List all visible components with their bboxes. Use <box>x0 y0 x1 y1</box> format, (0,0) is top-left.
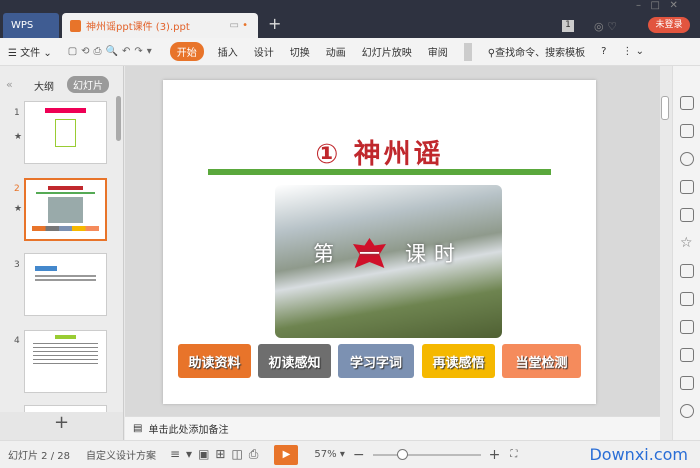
collapse-icon[interactable]: « <box>6 78 13 91</box>
slide-number: 4 <box>14 336 20 346</box>
lesson-subtitle: 第 一 课时 <box>313 238 463 268</box>
tab-outline[interactable]: 大纲 <box>34 78 54 93</box>
history-icon[interactable] <box>680 404 694 418</box>
step-box[interactable]: 学习字词 <box>338 344 414 378</box>
keyboard-icon[interactable] <box>680 264 694 278</box>
settings-icon[interactable] <box>680 180 694 194</box>
image-icon[interactable] <box>680 320 694 334</box>
tab-transition[interactable]: 切换 <box>282 44 318 59</box>
step-box[interactable]: 当堂检测 <box>502 344 581 378</box>
slide-number: 2 <box>14 184 20 194</box>
step-box[interactable]: 助读资料 <box>178 344 251 378</box>
zoom-level[interactable]: 57% ▾ <box>314 449 344 460</box>
skin-icon[interactable]: ◎ ♡ <box>594 20 617 33</box>
document-tab[interactable]: 神州谣ppt课件 (3).ppt ▭ • <box>62 13 258 38</box>
tab-design[interactable]: 设计 <box>246 44 282 59</box>
play-slideshow-button[interactable]: ▶ <box>274 444 299 465</box>
more-icon[interactable]: ⋮ ⌄ <box>614 46 652 57</box>
slide-panel: « 大纲 幻灯片 1 ★ 2 ★ 3 4 + <box>0 66 124 440</box>
watermark: Downxi.com <box>589 445 688 464</box>
ppt-file-icon <box>70 19 81 32</box>
right-sidebar: ☆ <box>672 66 700 440</box>
slide-counter: 幻灯片 2 / 28 <box>8 451 70 462</box>
canvas-scrollbar[interactable] <box>661 96 669 120</box>
slide-thumbnail-2[interactable] <box>24 178 107 241</box>
slide-title: ① 神州谣 <box>315 139 444 170</box>
file-menu[interactable]: ☰ 文件 ⌄ <box>0 44 60 59</box>
tab-start[interactable]: 开始 <box>169 42 204 61</box>
tab-slides[interactable]: 幻灯片 <box>67 76 109 93</box>
search-command[interactable]: ⚲查找命令、搜索模板 <box>480 44 593 59</box>
document-tab-title: 神州谣ppt课件 (3).ppt <box>86 22 190 33</box>
shape-icon[interactable] <box>680 96 694 110</box>
wps-label: WPS <box>11 20 34 31</box>
quick-access-icons[interactable]: ▢⟲⎙🔍↶↷▾ <box>60 46 164 57</box>
zoom-slider-handle <box>396 448 408 460</box>
share-icon[interactable] <box>680 292 694 306</box>
new-tab-button[interactable]: + <box>268 14 281 33</box>
view-mode-icons[interactable]: ≡▾▣⊞◫⎙ <box>170 447 264 462</box>
slide-number: 3 <box>14 260 20 270</box>
monitor-icon[interactable]: ▭ • <box>229 20 248 31</box>
more-tabs-button[interactable] <box>463 42 472 61</box>
star-icon[interactable]: ☆ <box>680 236 694 250</box>
title-bar: WPS 神州谣ppt课件 (3).ppt ▭ • + 1 ◎ ♡ 未登录 – □ … <box>0 0 700 38</box>
slide-2[interactable]: ① 神州谣 第 一 课时 助读资料 初读感知 学习字词 再读感悟 当堂检测 <box>163 80 596 404</box>
present-icon[interactable] <box>680 376 694 390</box>
tab-animation[interactable]: 动画 <box>318 44 354 59</box>
notes-icon: ▤ <box>133 423 143 434</box>
window-count-badge[interactable]: 1 <box>562 20 574 32</box>
tab-review[interactable]: 审阅 <box>420 44 456 59</box>
window-controls[interactable]: – □ ✕ <box>636 0 678 11</box>
tab-insert[interactable]: 插入 <box>210 44 246 59</box>
tab-slideshow[interactable]: 幻灯片放映 <box>354 44 420 59</box>
backup-icon[interactable] <box>680 208 694 222</box>
zoom-in-button[interactable]: + <box>489 447 501 463</box>
step-box[interactable]: 再读感悟 <box>422 344 495 378</box>
zoom-out-button[interactable]: − <box>353 447 365 463</box>
slide-thumbnail-4[interactable] <box>24 330 107 393</box>
slide-thumbnail-3[interactable] <box>24 253 107 316</box>
search-icon: ⚲ <box>487 48 496 59</box>
copy-icon[interactable] <box>680 124 694 138</box>
style-icon[interactable] <box>680 152 694 166</box>
wps-home-tab[interactable]: WPS <box>3 13 59 38</box>
login-button[interactable]: 未登录 <box>648 17 690 33</box>
title-underline <box>208 169 551 175</box>
panel-scrollbar[interactable] <box>116 96 121 141</box>
slide-thumbnail-1[interactable] <box>24 101 107 164</box>
export-icon[interactable] <box>680 348 694 362</box>
status-bar: 幻灯片 2 / 28 自定义设计方案 ≡▾▣⊞◫⎙ ▶ 57% ▾ − + ⛶ … <box>0 440 700 468</box>
add-slide-button[interactable]: + <box>0 412 123 440</box>
step-box[interactable]: 初读感知 <box>258 344 331 378</box>
fit-window-icon[interactable]: ⛶ <box>510 449 517 460</box>
design-scheme[interactable]: 自定义设计方案 <box>86 447 156 462</box>
maple-leaf-icon: 一 <box>353 238 386 268</box>
help-button[interactable]: ? <box>593 46 614 57</box>
notes-field[interactable]: ▤ 单击此处添加备注 <box>125 416 660 440</box>
zoom-slider[interactable] <box>372 448 481 460</box>
ribbon-toolbar: ☰ 文件 ⌄ ▢⟲⎙🔍↶↷▾ 开始 插入 设计 切换 动画 幻灯片放映 审阅 ⚲… <box>0 38 700 66</box>
slide-number: 1 <box>14 108 20 118</box>
